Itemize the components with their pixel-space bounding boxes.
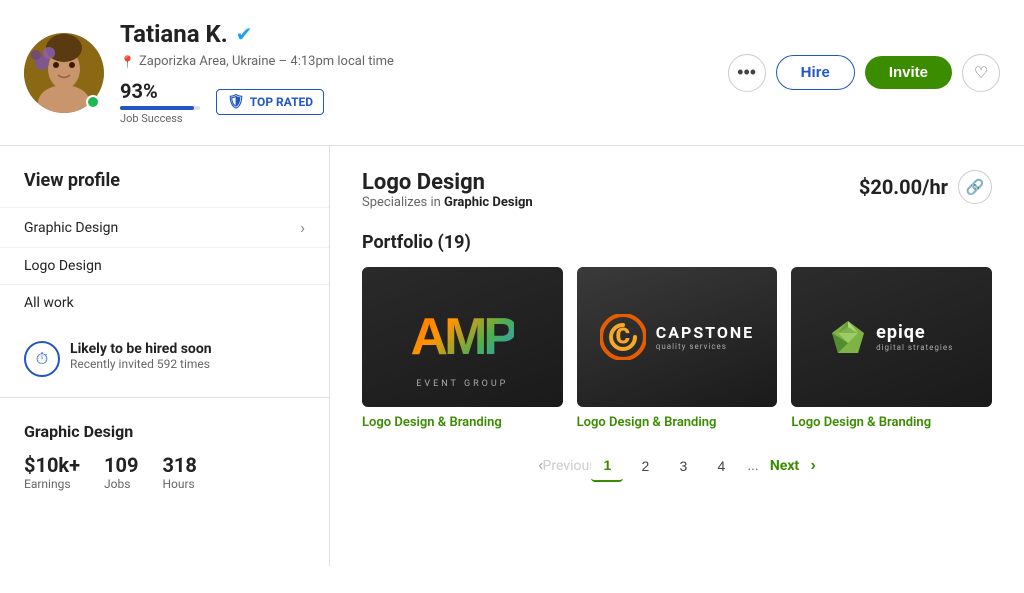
- sidebar-item-label: All work: [24, 295, 74, 311]
- next-page-button[interactable]: ›: [807, 453, 820, 479]
- portfolio-title: Portfolio (19): [362, 232, 992, 253]
- sidebar-item-logo-design[interactable]: Logo Design: [0, 247, 329, 284]
- sidebar-item-label: Logo Design: [24, 258, 102, 274]
- hours-label: Hours: [162, 477, 196, 491]
- online-indicator: [86, 95, 100, 109]
- capstone-name: CAPSTONE: [656, 323, 754, 342]
- name-row: Tatiana K. ✔: [120, 20, 712, 48]
- stat-jobs: 109 Jobs: [104, 453, 138, 491]
- sidebar-category: Graphic Design: [0, 406, 329, 449]
- rate-row: $20.00/hr 🔗: [859, 170, 992, 204]
- progress-fill: [120, 106, 194, 110]
- hire-button[interactable]: Hire: [776, 55, 855, 90]
- location-row: 📍 Zaporizka Area, Ukraine – 4:13pm local…: [120, 54, 712, 69]
- success-percentage: 93%: [120, 79, 200, 103]
- portfolio-thumb-3: epiqe digital strategies: [791, 267, 992, 407]
- portfolio-thumb-1: AMP EVENT GROUP: [362, 267, 563, 407]
- verified-icon: ✔: [236, 22, 253, 46]
- location-text: Zaporizka Area, Ukraine – 4:13pm local t…: [139, 54, 394, 69]
- hours-value: 318: [162, 453, 196, 477]
- page-2-button[interactable]: 2: [629, 450, 661, 482]
- portfolio-item-2[interactable]: C CAPSTONE quality services Logo Design …: [577, 267, 778, 430]
- portfolio-thumb-2: C CAPSTONE quality services: [577, 267, 778, 407]
- hire-soon-subtitle: Recently invited 592 times: [70, 357, 212, 371]
- logo-amp: AMP EVENT GROUP: [362, 267, 563, 407]
- hire-soon-text: Likely to be hired soon Recently invited…: [70, 341, 212, 371]
- capstone-c-letter: C: [616, 325, 630, 350]
- epiqe-name: epiqe: [876, 322, 953, 343]
- page-3-button[interactable]: 3: [667, 450, 699, 482]
- pagination-dots: ...: [743, 458, 762, 474]
- capstone-text: CAPSTONE quality services: [656, 323, 754, 351]
- portfolio-grid: AMP EVENT GROUP Logo Design & Branding: [362, 267, 992, 430]
- capstone-sub: quality services: [656, 342, 754, 351]
- location-pin-icon: 📍: [120, 55, 135, 69]
- page-4-button[interactable]: 4: [705, 450, 737, 482]
- amp-letters: AMP: [411, 307, 515, 367]
- shield-icon: 🛡: [227, 94, 245, 110]
- invite-button[interactable]: Invite: [865, 56, 952, 89]
- stats-row: 93% Job Success 🛡 TOP RATED: [120, 79, 712, 125]
- stat-hours: 318 Hours: [162, 453, 196, 491]
- portfolio-item-label-3: Logo Design & Branding: [791, 415, 992, 430]
- epiqe-gem: [830, 319, 866, 355]
- job-success: 93% Job Success: [120, 79, 200, 125]
- hire-soon-title: Likely to be hired soon: [70, 341, 212, 357]
- service-info: Logo Design Specializes in Graphic Desig…: [362, 170, 533, 226]
- content-area: Logo Design Specializes in Graphic Desig…: [330, 146, 1024, 566]
- earnings-label: Earnings: [24, 477, 80, 491]
- service-title: Logo Design: [362, 170, 533, 195]
- epiqe-text: epiqe digital strategies: [876, 322, 953, 352]
- next-label: Next: [769, 450, 801, 482]
- epiqe-sub: digital strategies: [876, 343, 953, 352]
- page-1-button[interactable]: 1: [591, 450, 623, 482]
- profile-header: Tatiana K. ✔ 📍 Zaporizka Area, Ukraine –…: [0, 0, 1024, 146]
- profile-name: Tatiana K.: [120, 20, 228, 48]
- profile-info: Tatiana K. ✔ 📍 Zaporizka Area, Ukraine –…: [120, 20, 712, 125]
- jobs-value: 109: [104, 453, 138, 477]
- portfolio-item-3[interactable]: epiqe digital strategies Logo Design & B…: [791, 267, 992, 430]
- progress-bar: [120, 106, 200, 110]
- content-header: Logo Design Specializes in Graphic Desig…: [362, 170, 992, 226]
- favorite-button[interactable]: ♡: [962, 54, 1000, 92]
- chevron-right-icon: ›: [300, 218, 305, 237]
- header-actions: ••• Hire Invite ♡: [728, 54, 1000, 92]
- specializes-subject: Graphic Design: [444, 195, 533, 210]
- sidebar-stats: $10k+ Earnings 109 Jobs 318 Hours: [0, 449, 329, 495]
- earnings-value: $10k+: [24, 453, 80, 477]
- sidebar-item-all-work[interactable]: All work: [0, 284, 329, 321]
- more-button[interactable]: •••: [728, 54, 766, 92]
- hire-soon-icon: ⏱: [24, 341, 60, 377]
- sidebar-item-label: Graphic Design: [24, 220, 118, 236]
- portfolio-item-label-1: Logo Design & Branding: [362, 415, 563, 430]
- main-layout: View profile Graphic Design › Logo Desig…: [0, 146, 1024, 566]
- capstone-circle: C: [600, 314, 646, 360]
- sidebar-item-graphic-design[interactable]: Graphic Design ›: [0, 207, 329, 247]
- hourly-rate: $20.00/hr: [859, 175, 948, 199]
- sidebar-title: View profile: [0, 170, 329, 207]
- portfolio-item-label-2: Logo Design & Branding: [577, 415, 778, 430]
- sidebar: View profile Graphic Design › Logo Desig…: [0, 146, 330, 566]
- stat-earnings: $10k+ Earnings: [24, 453, 80, 491]
- top-rated-badge: 🛡 TOP RATED: [216, 89, 324, 115]
- pagination: ‹ Previous 1 2 3 4 ... Next ›: [362, 450, 992, 482]
- avatar-wrap: [24, 33, 104, 113]
- amp-sub: EVENT GROUP: [416, 379, 508, 389]
- jobs-label: Jobs: [104, 477, 138, 491]
- logo-capstone: C CAPSTONE quality services: [577, 267, 778, 407]
- logo-epiqe: epiqe digital strategies: [791, 267, 992, 407]
- success-label: Job Success: [120, 112, 200, 125]
- share-link-button[interactable]: 🔗: [958, 170, 992, 204]
- sidebar-divider: [0, 397, 329, 398]
- hire-soon-box: ⏱ Likely to be hired soon Recently invit…: [24, 341, 305, 377]
- portfolio-item-1[interactable]: AMP EVENT GROUP Logo Design & Branding: [362, 267, 563, 430]
- top-rated-label: TOP RATED: [250, 95, 313, 109]
- specializes-row: Specializes in Graphic Design: [362, 195, 533, 210]
- specializes-prefix: Specializes in: [362, 195, 444, 210]
- prev-label: Previous: [553, 450, 585, 482]
